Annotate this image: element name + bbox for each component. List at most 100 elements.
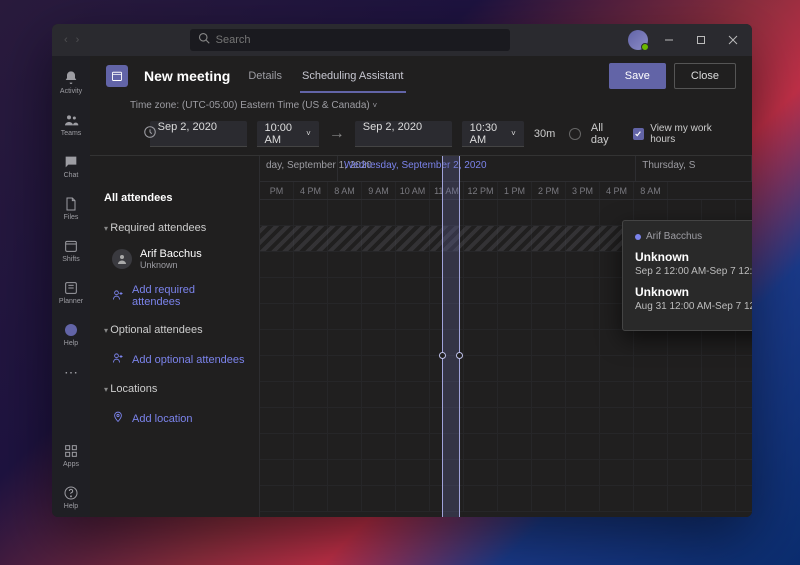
rail-apps[interactable]: Apps [52,435,90,475]
day-header-cell: day, September 1, 2020 [260,156,338,181]
rail-shifts[interactable]: Shifts [52,230,90,270]
rail-label: Help [64,340,78,347]
timeline-row[interactable] [260,356,752,382]
person-avatar [112,249,132,269]
timeline-row[interactable] [260,486,752,512]
tooltip-block-title: Unknown [635,250,752,264]
tab-scheduling-assistant[interactable]: Scheduling Assistant [300,60,406,92]
hour-header-cell: 4 PM [294,182,328,199]
rail-help[interactable]: Help [52,314,90,354]
hour-header-cell: PM [260,182,294,199]
add-person-icon [112,352,124,367]
content: New meeting Details Scheduling Assistant… [90,56,752,517]
titlebar: ‹ › [52,24,752,56]
view-work-hours-toggle[interactable]: View my work hours [633,123,736,145]
rail-more-button[interactable]: ⋯ [64,356,78,389]
start-date-field[interactable]: Sep 2, 2020 [150,121,247,147]
tooltip-person-name: Arif Bacchus [646,231,702,242]
start-date-value: Sep 2, 2020 [158,121,217,133]
tab-details[interactable]: Details [246,60,284,92]
presence-dot-icon [635,234,641,240]
nav-forward-button[interactable]: › [76,34,80,46]
timeline-row[interactable] [260,434,752,460]
view-work-hours-label: View my work hours [650,123,736,145]
nav-back-button[interactable]: ‹ [64,34,68,46]
arrow-right-icon: → [329,125,345,143]
tooltip-block-range: Aug 31 12:00 AM-Sep 7 12:00 AM [635,301,752,312]
optional-attendees-heading[interactable]: Optional attendees [90,316,259,344]
hour-header-cell: 10 AM [396,182,430,199]
rail-label: Planner [59,298,83,305]
hour-header-cell: 1 PM [498,182,532,199]
close-window-button[interactable] [722,29,744,51]
timezone-selector[interactable]: Time zone: (UTC-05:00) Eastern Time (US … [90,96,752,117]
search-icon [198,31,210,49]
chevron-down-icon: ˅ [306,129,311,138]
attendee-name: Arif Bacchus [140,248,202,260]
tooltip-block-title: Unknown [635,285,752,299]
page-header: New meeting Details Scheduling Assistant… [90,56,752,96]
chevron-down-icon: ˅ [373,101,378,110]
all-day-label: All day [591,122,623,146]
rail-activity[interactable]: Activity [52,62,90,102]
main: Activity Teams Chat Files Shifts Planner… [52,56,752,517]
nav-history: ‹ › [64,34,79,46]
rail-help-bottom[interactable]: Help [52,477,90,517]
add-location-button[interactable]: Add location [90,403,259,434]
end-time-value: 10:30 AM [470,122,512,146]
add-optional-attendees-button[interactable]: Add optional attendees [90,344,259,375]
add-required-label: Add required attendees [132,284,245,308]
required-attendees-heading[interactable]: Required attendees [90,214,259,242]
timeline-row[interactable] [260,330,752,356]
rail-label: Teams [61,130,82,137]
rail-planner[interactable]: Planner [52,272,90,312]
end-time-field[interactable]: 10:30 AM˅ [462,121,524,147]
all-attendees-heading: All attendees [90,182,259,214]
rail-label: Chat [64,172,79,179]
hour-header-cell: 8 AM [328,182,362,199]
search-box[interactable] [190,29,510,51]
app-window: ‹ › Activity Teams Chat Files Shifts Pla… [52,24,752,517]
add-location-label: Add location [132,413,193,425]
titlebar-right [628,29,744,51]
minimize-button[interactable] [658,29,680,51]
end-date-field[interactable]: Sep 2, 2020 [355,121,452,147]
location-icon [112,411,124,426]
presence-indicator [641,43,649,51]
timeline[interactable]: day, September 1, 2020Wednesday, Septemb… [260,156,752,517]
start-time-value: 10:00 AM [265,122,307,146]
user-avatar[interactable] [628,30,648,50]
chevron-down-icon: ˅ [511,129,516,138]
hour-header-cell: 8 AM [634,182,668,199]
timeline-row[interactable] [260,382,752,408]
rail-chat[interactable]: Chat [52,146,90,186]
add-required-attendees-button[interactable]: Add required attendees [90,276,259,316]
checkbox-checked-icon [633,128,645,140]
start-time-field[interactable]: 10:00 AM˅ [257,121,319,147]
rail-files[interactable]: Files [52,188,90,228]
all-day-toggle[interactable] [569,128,581,140]
rail-label: Shifts [62,256,80,263]
rail-teams[interactable]: Teams [52,104,90,144]
day-header-cell: Thursday, S [636,156,752,181]
save-button[interactable]: Save [609,63,666,89]
rail-label: Apps [63,461,79,468]
search-input[interactable] [216,34,502,46]
hour-header-cell: 12 PM [464,182,498,199]
maximize-button[interactable] [690,29,712,51]
locations-heading[interactable]: Locations [90,375,259,403]
attendee-status: Unknown [140,260,202,270]
close-button[interactable]: Close [674,63,736,89]
rail-label: Files [64,214,79,221]
timezone-label: Time zone: (UTC-05:00) Eastern Time (US … [130,100,370,111]
hours-header: PM4 PM8 AM9 AM10 AM11 AM12 PM1 PM2 PM3 P… [260,182,752,200]
add-person-icon [112,289,124,304]
duration-label: 30m [534,128,555,140]
tooltip-person: Arif Bacchus [635,231,752,242]
day-header: day, September 1, 2020Wednesday, Septemb… [260,156,752,182]
tooltip-block-range: Sep 2 12:00 AM-Sep 7 12:00 AM [635,266,752,277]
hour-header-cell: 3 PM [566,182,600,199]
timeline-row[interactable] [260,460,752,486]
attendee-row[interactable]: Arif Bacchus Unknown [90,242,259,276]
timeline-row[interactable] [260,408,752,434]
